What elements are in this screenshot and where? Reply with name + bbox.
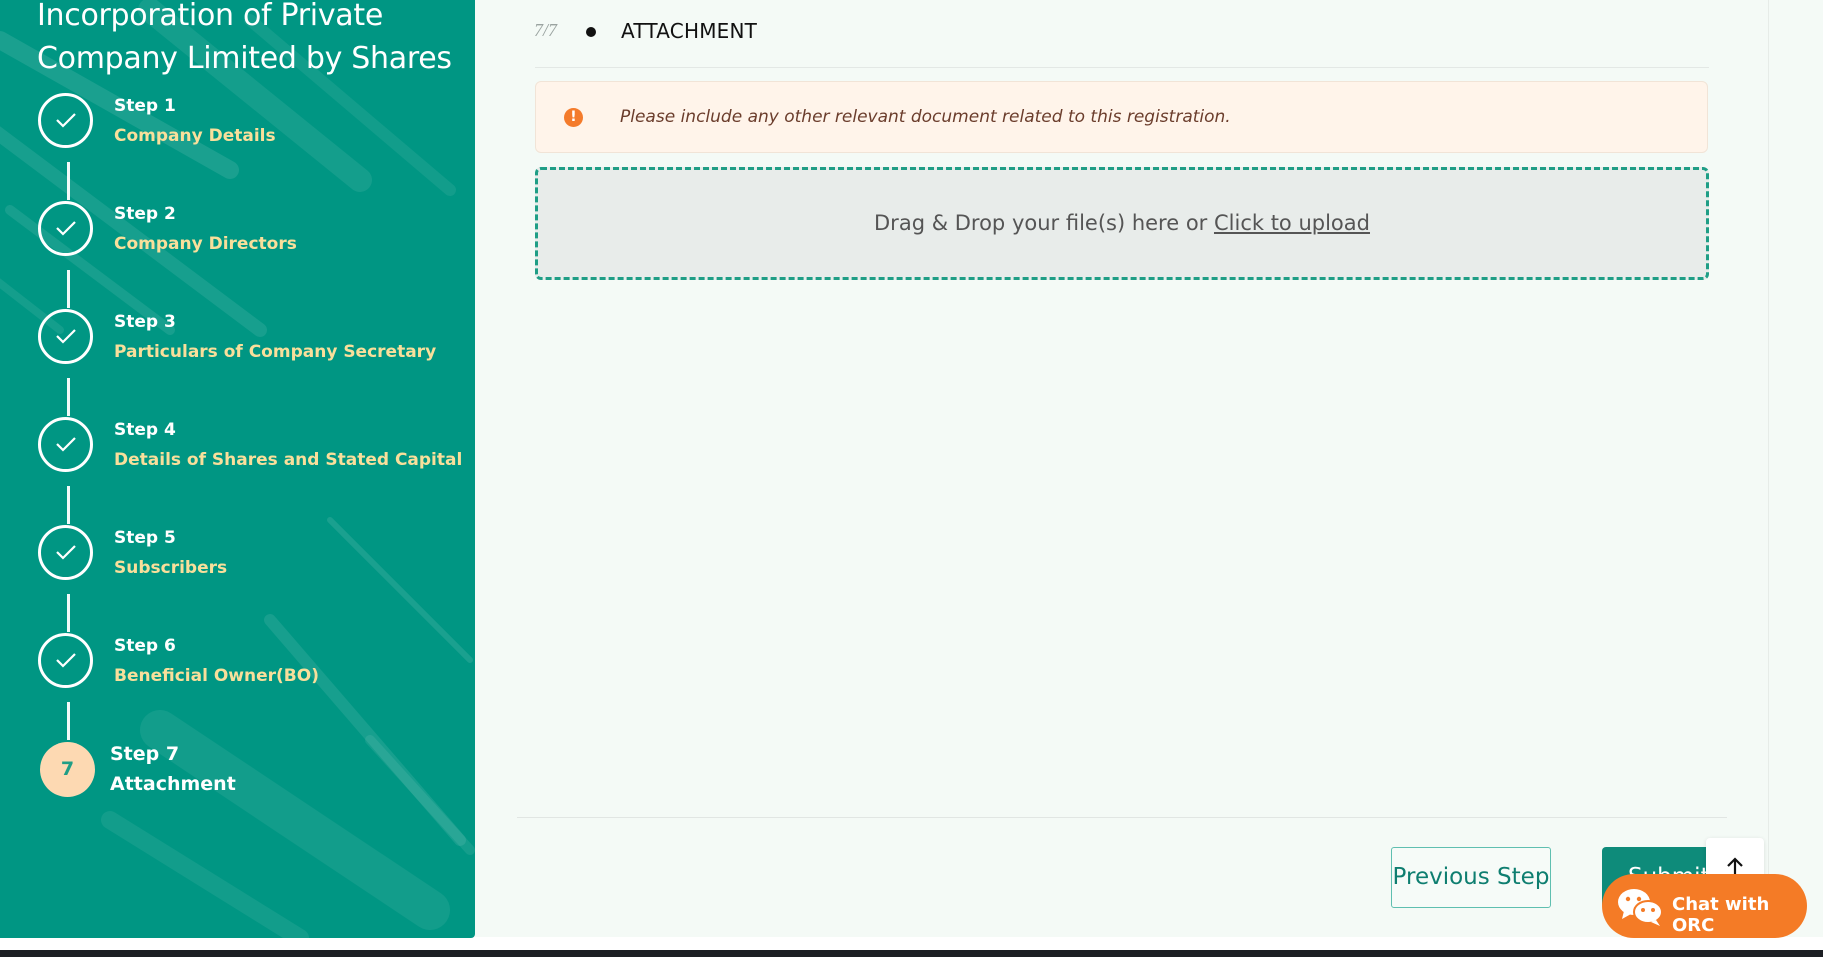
check-icon [56,113,76,128]
previous-step-button[interactable]: Previous Step [1391,847,1551,908]
section-title: ATTACHMENT [621,19,758,43]
file-dropzone[interactable]: Drag & Drop your file(s) here or Click t… [535,167,1709,280]
alert-text: Please include any other relevant docume… [620,107,1231,127]
upload-link[interactable]: Click to upload [1214,211,1370,235]
info-alert: ! Please include any other relevant docu… [535,81,1708,153]
step-name: Beneficial Owner(BO) [114,666,319,686]
step-done-indicator [38,93,93,148]
step-connector [67,486,70,524]
taskbar-edge [0,950,1823,957]
dropzone-text: Drag & Drop your file(s) here or [874,211,1214,235]
check-icon [56,437,76,452]
step-label: Step 1 [114,96,176,116]
step-name: Attachment [110,773,236,795]
header-divider [535,67,1709,68]
check-icon [56,545,76,560]
step-connector [67,702,70,740]
step-label: Step 5 [114,528,176,548]
step-label: Step 7 [110,743,180,765]
step-name: Particulars of Company Secretary [114,342,437,362]
step-label: Step 2 [114,204,176,224]
step-name: Company Details [114,126,276,146]
step-counter: 7/7 [534,20,558,40]
check-icon [56,221,76,236]
step-done-indicator [38,309,93,364]
step-connector [67,270,70,308]
sidebar-title: Incorporation of Private Company Limited… [37,0,452,76]
bullet-icon [586,27,596,37]
alert-icon: ! [564,108,583,127]
step-done-indicator [38,633,93,688]
check-icon [56,329,76,344]
step-done-indicator [38,417,93,472]
chat-label: Chat with ORC [1672,894,1770,936]
steps-sidebar: Incorporation of Private Company Limited… [0,0,475,938]
step-current-indicator: 7 [40,742,95,797]
check-icon [56,653,76,668]
step-number: 7 [60,758,75,780]
step-label: Step 6 [114,636,176,656]
chat-widget-button[interactable]: Chat with ORC [1602,874,1807,938]
step-done-indicator [38,201,93,256]
step-label: Step 3 [114,312,176,332]
step-connector [67,162,70,200]
content-border [1768,0,1769,938]
step-label: Step 4 [114,420,176,440]
step-connector [67,378,70,416]
step-done-indicator [38,525,93,580]
step-name: Subscribers [114,558,228,578]
step-connector [67,594,70,632]
footer-divider [517,817,1727,818]
wechat-icon [1618,889,1663,926]
step-name: Details of Shares and Stated Capital [114,450,463,470]
step-name: Company Directors [114,234,297,254]
